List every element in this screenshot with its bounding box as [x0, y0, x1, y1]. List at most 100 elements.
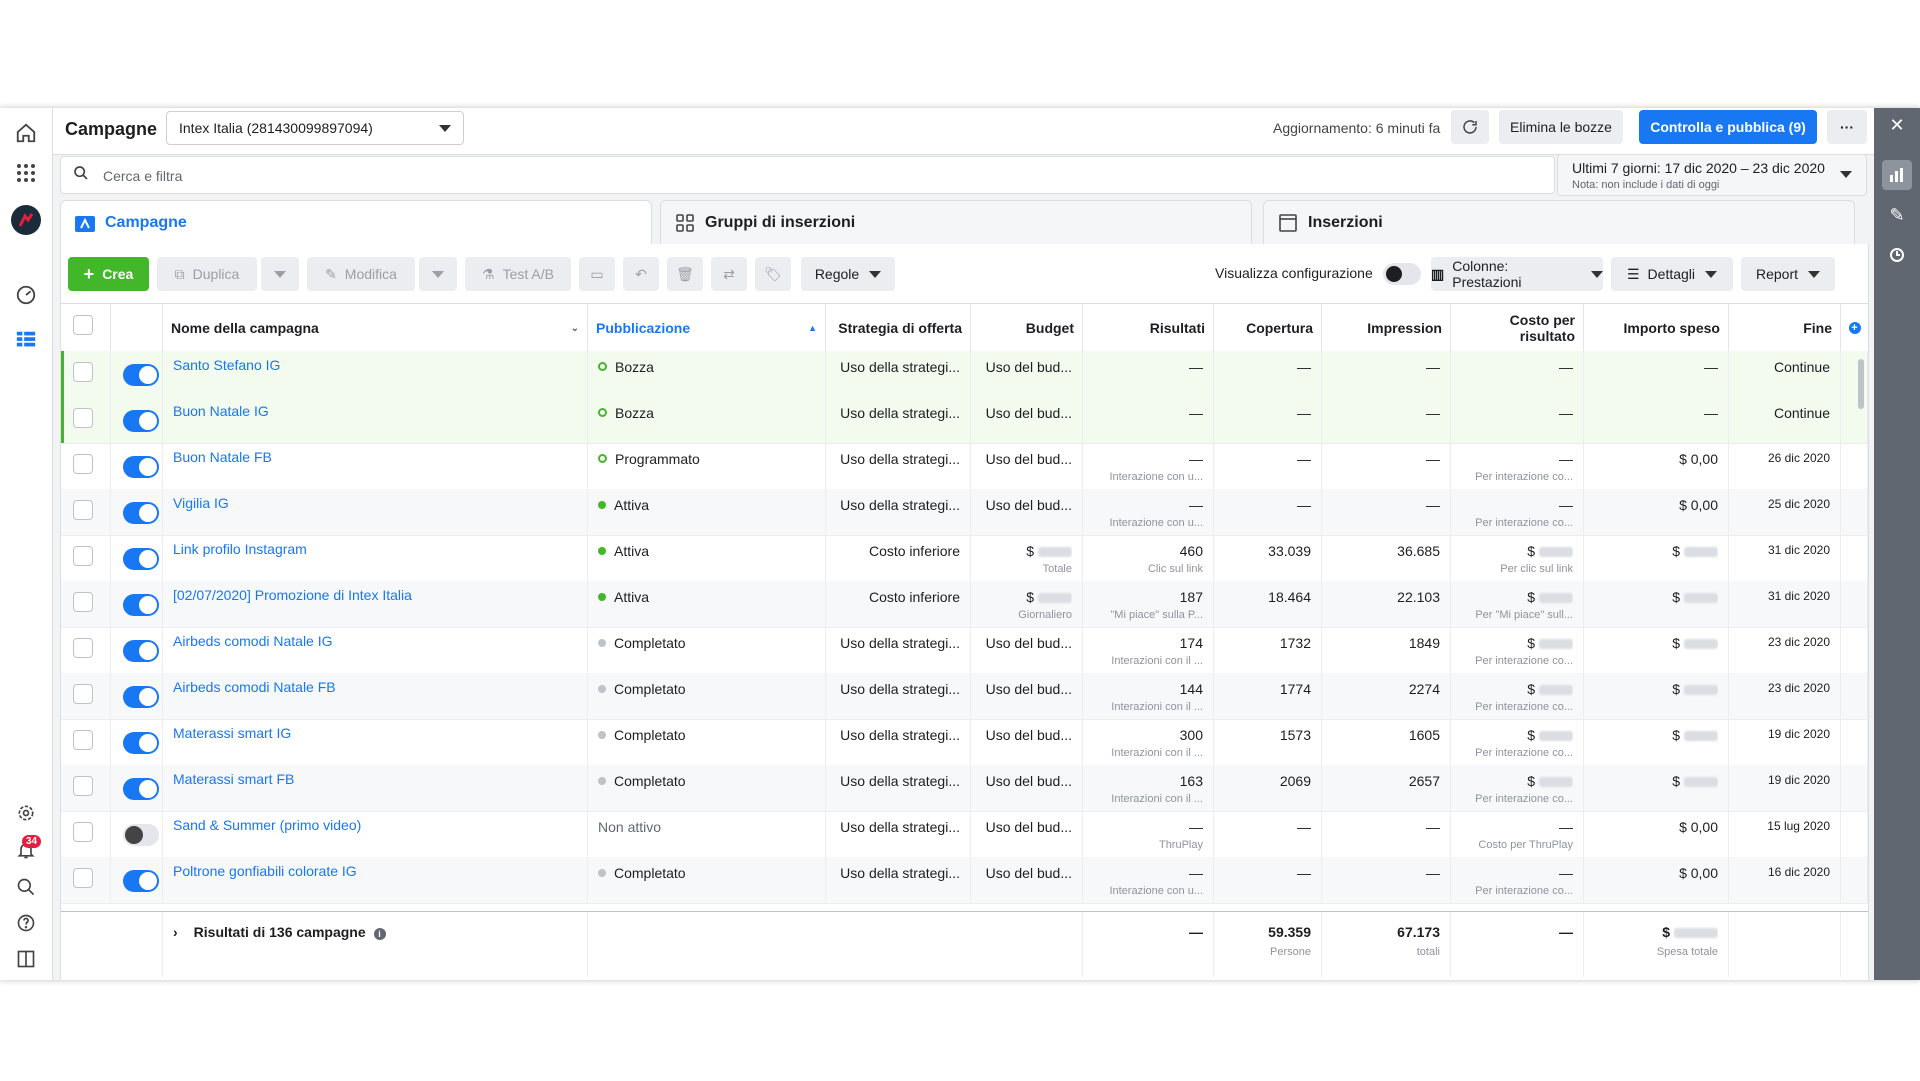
help-icon[interactable]	[11, 908, 41, 938]
table-row[interactable]: Poltrone gonfiabili colorate IG Completat…	[61, 857, 1868, 904]
row-checkbox[interactable]	[73, 592, 93, 612]
delete-button[interactable]: 🗑	[667, 257, 703, 291]
table-row[interactable]: Vigilia IG Attiva Uso della strategi... Uso…	[61, 489, 1868, 536]
edit-button[interactable]: ✎ Modifica	[307, 257, 415, 291]
duplicate-dropdown-button[interactable]	[261, 257, 299, 291]
column-header-delivery[interactable]: Pubblicazione ▲	[588, 304, 826, 352]
campaign-on-off-toggle[interactable]	[123, 778, 159, 800]
table-scrollbar[interactable]	[1858, 359, 1864, 409]
campaign-name-link[interactable]: Link profilo Instagram	[173, 541, 307, 557]
clock-icon[interactable]	[1882, 240, 1912, 270]
row-checkbox[interactable]	[73, 408, 93, 428]
campaign-on-off-toggle[interactable]	[123, 824, 159, 846]
campaign-name-link[interactable]: Santo Stefano IG	[173, 357, 280, 373]
edit-dropdown-button[interactable]	[419, 257, 457, 291]
table-icon[interactable]	[11, 325, 41, 355]
review-publish-button[interactable]: Controlla e pubblica (9)	[1639, 110, 1817, 144]
table-row[interactable]: Materassi smart IG Completato Uso della st…	[61, 719, 1868, 766]
column-header-end[interactable]: Fine	[1729, 304, 1841, 352]
row-checkbox[interactable]	[73, 868, 93, 888]
create-button[interactable]: + Crea	[68, 257, 149, 291]
campaign-name-link[interactable]: Poltrone gonfiabili colorate IG	[173, 863, 357, 879]
account-select[interactable]: Intex Italia (281430099897094)	[166, 111, 464, 145]
campaign-on-off-toggle[interactable]	[123, 548, 159, 570]
campaign-on-off-toggle[interactable]	[123, 594, 159, 616]
campaign-on-off-toggle[interactable]	[123, 502, 159, 524]
column-header-impressions[interactable]: Impression	[1322, 304, 1451, 352]
column-header-bid-strategy[interactable]: Strategia di offerta	[826, 304, 971, 352]
campaign-on-off-toggle[interactable]	[123, 640, 159, 662]
ab-test-button[interactable]: ⚗ Test A/B	[465, 257, 571, 291]
search-icon[interactable]	[11, 872, 41, 902]
footer-summary[interactable]: › Risultati di 136 campagne i	[163, 912, 588, 977]
table-row[interactable]: Buon Natale IG Bozza Uso della strategi...…	[61, 397, 1868, 444]
columns-button[interactable]: ▥ Colonne: Prestazioni	[1431, 257, 1603, 291]
row-checkbox[interactable]	[73, 730, 93, 750]
select-all-checkbox[interactable]	[73, 315, 93, 335]
campaign-on-off-toggle[interactable]	[123, 410, 159, 432]
export-button[interactable]: ⇄	[711, 257, 747, 291]
row-checkbox[interactable]	[73, 822, 93, 842]
table-row[interactable]: [02/07/2020] Promozione di Intex Italia A…	[61, 581, 1868, 628]
campaign-name-link[interactable]: Materassi smart FB	[173, 771, 294, 787]
table-row[interactable]: Sand & Summer (primo video) Non attivo Uso…	[61, 811, 1868, 858]
table-row[interactable]: Buon Natale FB Programmato Uso della strat…	[61, 443, 1868, 490]
campaign-name-link[interactable]: Airbeds comodi Natale FB	[173, 679, 336, 695]
campaign-name-link[interactable]: Materassi smart IG	[173, 725, 291, 741]
add-column-button[interactable]: +	[1841, 304, 1868, 352]
column-header-name[interactable]: Nome della campagna ⌄	[163, 304, 588, 352]
table-row[interactable]: Airbeds comodi Natale FB Completato Uso de…	[61, 673, 1868, 720]
bar-chart-icon[interactable]	[1882, 160, 1912, 190]
dashboard-gauge-icon[interactable]	[11, 280, 41, 310]
refresh-button[interactable]	[1451, 110, 1489, 144]
campaign-on-off-toggle[interactable]	[123, 732, 159, 754]
panel-icon[interactable]	[11, 944, 41, 974]
view-setup-toggle[interactable]	[1383, 263, 1421, 285]
discard-drafts-button[interactable]: Elimina le bozze	[1499, 110, 1623, 144]
row-checkbox[interactable]	[73, 500, 93, 520]
date-range-picker[interactable]: Ultimi 7 giorni: 17 dic 2020 – 23 dic 20…	[1557, 154, 1867, 196]
clipboard-button[interactable]: ▭	[579, 257, 615, 291]
tab-ads[interactable]: Inserzioni	[1263, 200, 1855, 244]
campaign-name-link[interactable]: Vigilia IG	[173, 495, 229, 511]
home-icon[interactable]	[11, 118, 41, 148]
campaign-name-link[interactable]: Airbeds comodi Natale IG	[173, 633, 333, 649]
column-header-results[interactable]: Risultati	[1083, 304, 1214, 352]
campaign-name-link[interactable]: [02/07/2020] Promozione di Intex Italia	[173, 587, 412, 603]
row-checkbox[interactable]	[73, 546, 93, 566]
table-row[interactable]: Airbeds comodi Natale IG Completato Uso de…	[61, 627, 1868, 674]
report-button[interactable]: Report	[1741, 257, 1835, 291]
undo-button[interactable]: ↶	[623, 257, 659, 291]
row-checkbox[interactable]	[73, 776, 93, 796]
duplicate-button[interactable]: ⧉ Duplica	[157, 257, 257, 291]
close-icon[interactable]: ✕	[1882, 110, 1912, 140]
table-row[interactable]: Santo Stefano IG Bozza Uso della strategi.…	[61, 351, 1868, 398]
pencil-icon[interactable]: ✎	[1882, 200, 1912, 230]
apps-grid-icon[interactable]	[11, 158, 41, 188]
row-checkbox[interactable]	[73, 684, 93, 704]
settings-gear-icon[interactable]	[11, 798, 41, 828]
row-checkbox[interactable]	[73, 454, 93, 474]
column-header-cost-per-result[interactable]: Costo per risultato	[1451, 304, 1584, 352]
row-checkbox[interactable]	[73, 638, 93, 658]
campaign-on-off-toggle[interactable]	[123, 686, 159, 708]
details-button[interactable]: ☰ Dettagli	[1611, 257, 1733, 291]
campaign-name-link[interactable]: Buon Natale IG	[173, 403, 269, 419]
account-avatar-icon[interactable]	[11, 205, 41, 235]
search-input[interactable]	[101, 161, 1505, 191]
table-row[interactable]: Link profilo Instagram Attiva Costo inferi…	[61, 535, 1868, 582]
tag-button[interactable]: 🏷	[755, 257, 791, 291]
column-header-budget[interactable]: Budget	[971, 304, 1083, 352]
campaign-on-off-toggle[interactable]	[123, 456, 159, 478]
column-header-reach[interactable]: Copertura	[1214, 304, 1322, 352]
campaign-name-link[interactable]: Sand & Summer (primo video)	[173, 817, 361, 833]
tab-ad-sets[interactable]: Gruppi di inserzioni	[660, 200, 1252, 244]
campaign-name-link[interactable]: Buon Natale FB	[173, 449, 272, 465]
row-checkbox[interactable]	[73, 362, 93, 382]
rules-button[interactable]: Regole	[801, 257, 895, 291]
more-options-button[interactable]: ···	[1827, 110, 1867, 144]
column-header-amount-spent[interactable]: Importo speso	[1584, 304, 1729, 352]
tab-campaigns[interactable]: Campagne	[60, 200, 652, 244]
campaign-on-off-toggle[interactable]	[123, 364, 159, 386]
campaign-on-off-toggle[interactable]	[123, 870, 159, 892]
